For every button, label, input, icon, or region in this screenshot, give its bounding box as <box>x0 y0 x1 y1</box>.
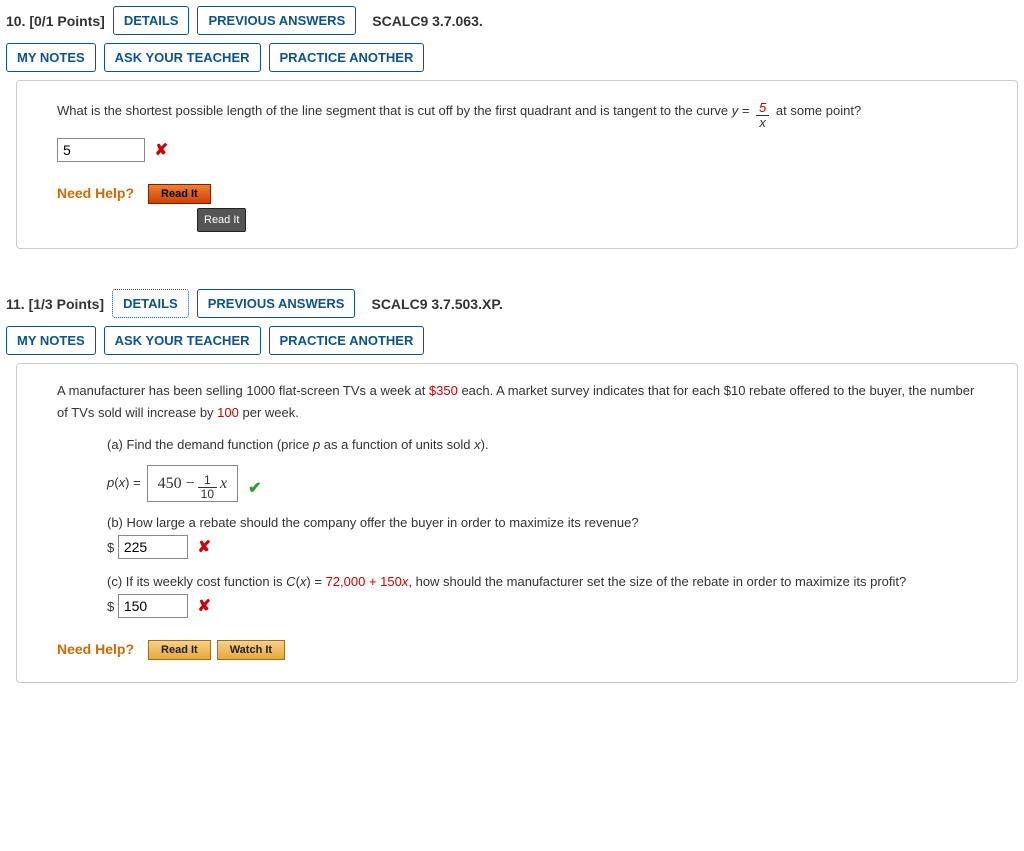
part-b-prompt: (b) How large a rebate should the compan… <box>107 512 977 534</box>
read-it-button[interactable]: Read It <box>148 640 211 660</box>
read-it-button[interactable]: Read It <box>148 184 211 204</box>
fraction-numerator: 5 <box>756 101 769 116</box>
question-number: 11. [1/3 Points] <box>6 296 104 312</box>
wrong-icon: ✘ <box>155 142 168 159</box>
part-b-answer-input[interactable] <box>118 535 188 559</box>
wrong-icon: ✘ <box>197 539 210 556</box>
part-a: (a) Find the demand function (price p as… <box>107 434 977 501</box>
part-c-answer-input[interactable] <box>118 594 188 618</box>
previous-answers-button[interactable]: PREVIOUS ANSWERS <box>197 289 356 318</box>
question-11-header-row-1: 11. [1/3 Points] DETAILS PREVIOUS ANSWER… <box>6 289 1018 318</box>
need-help-label: Need Help? <box>57 182 134 206</box>
book-reference: SCALC9 3.7.503.XP. <box>371 296 502 312</box>
question-prompt: What is the shortest possible length of … <box>57 97 977 127</box>
part-a-answer-box[interactable]: 450 − 1 10 x <box>147 465 239 502</box>
fraction-denominator: x <box>756 116 769 130</box>
practice-another-button[interactable]: PRACTICE ANOTHER <box>269 326 425 355</box>
part-b: (b) How large a rebate should the compan… <box>107 512 977 561</box>
increase-highlight: 100 <box>217 405 239 420</box>
part-c: (c) If its weekly cost function is C(x) … <box>107 571 977 620</box>
my-notes-button[interactable]: MY NOTES <box>6 43 96 72</box>
wrong-icon: ✘ <box>197 598 210 615</box>
intro-text: A manufacturer has been selling 1000 fla… <box>57 380 977 424</box>
question-11-header-row-2: MY NOTES ASK YOUR TEACHER PRACTICE ANOTH… <box>6 326 1018 355</box>
price-highlight: $350 <box>429 383 458 398</box>
question-10-header-row-1: 10. [0/1 Points] DETAILS PREVIOUS ANSWER… <box>6 6 1018 35</box>
ask-teacher-button[interactable]: ASK YOUR TEACHER <box>104 326 261 355</box>
help-row: Need Help? Read It <box>57 182 977 206</box>
question-11-body: A manufacturer has been selling 1000 fla… <box>16 363 1018 683</box>
details-button[interactable]: DETAILS <box>113 6 190 35</box>
question-10-header-row-2: MY NOTES ASK YOUR TEACHER PRACTICE ANOTH… <box>6 43 1018 72</box>
my-notes-button[interactable]: MY NOTES <box>6 326 96 355</box>
part-c-prompt: (c) If its weekly cost function is C(x) … <box>107 571 977 593</box>
answer-row: ✘ <box>57 137 977 164</box>
question-11: 11. [1/3 Points] DETAILS PREVIOUS ANSWER… <box>6 289 1018 683</box>
part-a-prompt: (a) Find the demand function (price p as… <box>107 434 977 456</box>
answer-input[interactable] <box>57 138 145 162</box>
watch-it-button[interactable]: Watch It <box>217 640 285 660</box>
question-10: 10. [0/1 Points] DETAILS PREVIOUS ANSWER… <box>6 6 1018 249</box>
question-number: 10. [0/1 Points] <box>6 13 105 29</box>
need-help-label: Need Help? <box>57 638 134 662</box>
book-reference: SCALC9 3.7.063. <box>372 13 483 29</box>
correct-icon: ✔ <box>248 475 261 502</box>
cost-highlight: 72,000 + 150x <box>326 574 409 589</box>
question-10-body: What is the shortest possible length of … <box>16 80 1018 249</box>
previous-answers-button[interactable]: PREVIOUS ANSWERS <box>197 6 356 35</box>
read-it-tooltip: Read It <box>197 208 246 233</box>
ask-teacher-button[interactable]: ASK YOUR TEACHER <box>104 43 261 72</box>
practice-another-button[interactable]: PRACTICE ANOTHER <box>269 43 425 72</box>
details-button[interactable]: DETAILS <box>112 289 189 318</box>
help-row: Need Help? Read It Watch It <box>57 638 977 662</box>
